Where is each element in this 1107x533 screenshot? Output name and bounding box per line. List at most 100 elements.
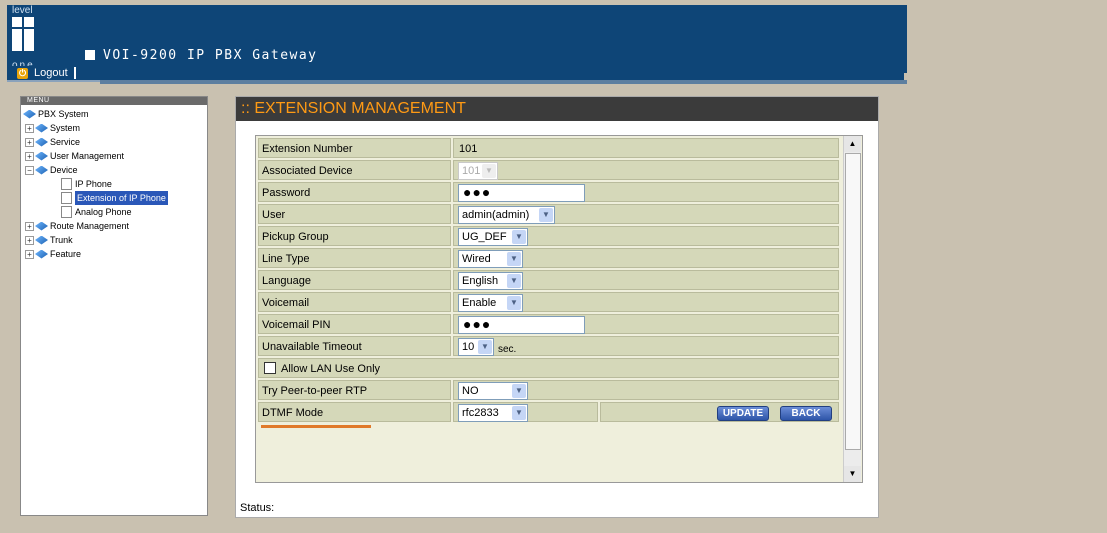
menu-panel: MENU PBX System + System + Service + User M… [20, 96, 208, 516]
field-cell: ●●● [453, 182, 839, 202]
bullet-icon [85, 50, 95, 60]
associated-device-select: 101 ▼ [458, 162, 498, 180]
scroll-up-icon[interactable]: ▲ [844, 136, 861, 152]
expand-icon[interactable]: + [25, 123, 34, 133]
field-cell: NO ▼ [453, 380, 839, 400]
menu-title: MENU [27, 97, 50, 104]
voicemail-select[interactable]: Enable ▼ [458, 294, 523, 312]
allow-lan-checkbox[interactable] [264, 362, 276, 374]
field-label: Pickup Group [258, 226, 451, 246]
tree-item-label-selected: Extension of IP Phone [75, 191, 168, 205]
pickup-group-select[interactable]: UG_DEF ▼ [458, 228, 528, 246]
menu-header: MENU [21, 97, 207, 105]
chevron-down-icon: ▼ [512, 406, 526, 420]
tree-root-pbx-system[interactable]: PBX System [23, 107, 89, 121]
tree-item-device[interactable]: − Device [25, 163, 78, 177]
timeout-unit: sec. [498, 344, 517, 355]
dtmf-mode-select[interactable]: rfc2833 ▼ [458, 404, 528, 422]
chevron-down-icon: ▼ [507, 274, 521, 288]
field-label: Try Peer-to-peer RTP [258, 380, 451, 400]
tree-item-route-management[interactable]: + Route Management [25, 219, 129, 233]
separator [73, 67, 76, 79]
field-label: Voicemail [258, 292, 451, 312]
tree-item-feature[interactable]: + Feature [25, 247, 81, 261]
globe-icon [23, 109, 36, 119]
select-value: 101 [462, 165, 481, 177]
globe-icon [35, 137, 48, 147]
tree-item-user-management[interactable]: + User Management [25, 149, 124, 163]
tree-item-service[interactable]: + Service [25, 135, 80, 149]
app-header: level one VOI-9200 IP PBX Gateway [7, 5, 907, 73]
user-select[interactable]: admin(admin) ▼ [458, 206, 555, 224]
scroll-down-icon[interactable]: ▼ [844, 466, 861, 482]
tree-item-label: Feature [50, 249, 82, 259]
expand-icon[interactable]: + [25, 235, 34, 245]
field-cell: admin(admin) ▼ [453, 204, 839, 224]
field-label: Voicemail PIN [258, 314, 451, 334]
tree-item-trunk[interactable]: + Trunk [25, 233, 73, 247]
select-value: Enable [462, 297, 497, 309]
tree-item-ip-phone[interactable]: IP Phone [61, 177, 112, 191]
field-cell: rfc2833 ▼ [453, 402, 598, 422]
voicemail-pin-input[interactable]: ●●● [458, 316, 585, 334]
chevron-down-icon: ▼ [507, 296, 521, 310]
tree-item-extension-of-ip-phone[interactable]: Extension of IP Phone [61, 191, 168, 205]
back-button[interactable]: BACK [780, 406, 832, 421]
tree-item-analog-phone[interactable]: Analog Phone [61, 205, 132, 219]
tree-item-label: Service [50, 137, 81, 147]
chevron-down-icon: ▼ [539, 208, 553, 222]
page-icon [61, 178, 72, 190]
expand-icon[interactable]: + [25, 137, 34, 147]
expand-icon[interactable]: + [25, 221, 34, 231]
field-cell: Wired ▼ [453, 248, 839, 268]
product-title: VOI-9200 IP PBX Gateway [85, 48, 318, 63]
expand-icon[interactable]: + [25, 249, 34, 259]
field-label: Language [258, 270, 451, 290]
tree-item-label: System [50, 123, 81, 133]
globe-icon [35, 165, 48, 175]
password-input[interactable]: ●●● [458, 184, 585, 202]
select-value: English [462, 275, 499, 287]
form-scrollbar[interactable]: ▲ ▼ [843, 136, 861, 482]
allow-lan-cell[interactable]: Allow LAN Use Only [258, 358, 839, 378]
field-cell: Enable ▼ [453, 292, 839, 312]
field-cell: ●●● [453, 314, 839, 334]
field-label: Associated Device [258, 160, 451, 180]
field-cell: English ▼ [453, 270, 839, 290]
page-icon [61, 206, 72, 218]
unavailable-timeout-select[interactable]: 10 ▼ [458, 338, 494, 356]
logout-label: Logout [34, 67, 68, 79]
scrollbar-thumb[interactable] [845, 153, 861, 450]
extension-number-value: 101 [453, 138, 839, 158]
peer-rtp-select[interactable]: NO ▼ [458, 382, 528, 400]
tree-item-label: Device [50, 165, 78, 175]
language-select[interactable]: English ▼ [458, 272, 523, 290]
select-value: rfc2833 [462, 407, 499, 419]
logout-link[interactable]: ⏻ Logout [17, 66, 76, 80]
extension-form: Extension Number 101 Associated Device 1… [255, 135, 863, 483]
level-one-logo: level one [7, 5, 47, 71]
line-type-select[interactable]: Wired ▼ [458, 250, 523, 268]
field-cell: 101 ▼ [453, 160, 839, 180]
power-icon: ⏻ [17, 67, 28, 79]
collapse-icon[interactable]: − [25, 165, 34, 175]
expand-icon[interactable]: + [25, 151, 34, 161]
tree-item-label: Route Management [50, 221, 130, 231]
tree-item-label: Analog Phone [75, 207, 132, 217]
globe-icon [35, 123, 48, 133]
select-value: NO [462, 385, 479, 397]
select-value: 10 [462, 341, 475, 353]
progress-underline [261, 425, 371, 428]
globe-icon [35, 249, 48, 259]
chevron-down-icon: ▼ [512, 230, 526, 244]
checkbox-label: Allow LAN Use Only [281, 363, 381, 375]
globe-icon [35, 221, 48, 231]
field-label: Extension Number [258, 138, 451, 158]
header-accent-bar [100, 80, 907, 84]
tree-item-system[interactable]: + System [25, 121, 80, 135]
logo-top-text: level [12, 5, 33, 16]
product-name: VOI-9200 IP PBX Gateway [103, 48, 318, 63]
field-cell: 10 ▼ sec. [453, 336, 839, 356]
content-panel: :: EXTENSION MANAGEMENT Extension Number… [235, 96, 879, 518]
update-button[interactable]: UPDATE [717, 406, 769, 421]
